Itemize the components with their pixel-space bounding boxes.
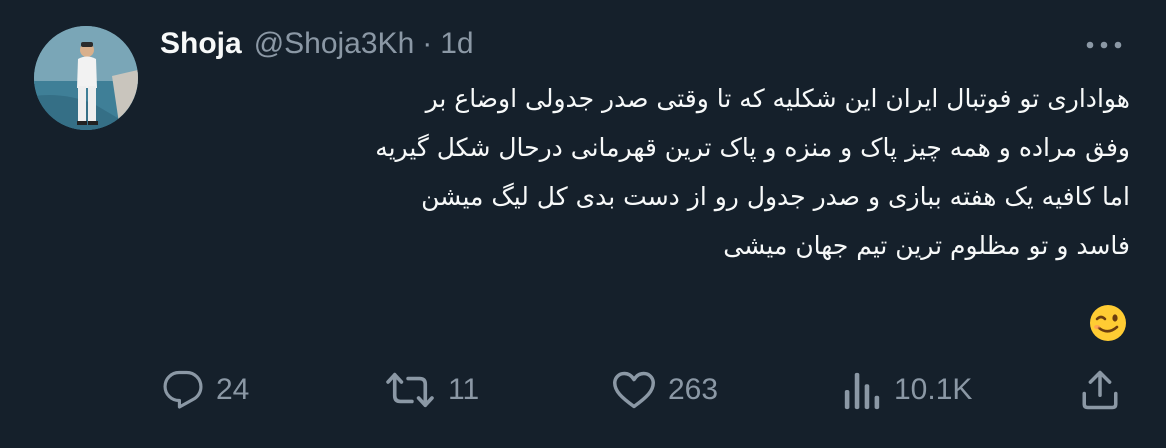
reply-count: 24	[216, 373, 250, 406]
tweet-text-line: وفق مراده و همه چیز پاک و منزه و پاک تری…	[375, 133, 1130, 162]
winking-face-icon	[1090, 305, 1126, 341]
tweet-header: Shoja @Shoja3Kh · 1d	[160, 24, 1106, 64]
tweet-text-line: اما کافیه یک هفته ببازی و صدر جدول رو از…	[421, 182, 1130, 211]
share-button[interactable]	[1080, 360, 1120, 420]
retweet-count: 11	[448, 373, 480, 406]
retweet-arrows-icon	[386, 372, 434, 408]
bar-chart-icon	[844, 372, 880, 410]
like-button[interactable]: 263	[612, 360, 718, 420]
author-handle[interactable]: @Shoja3Kh	[254, 27, 415, 61]
tweet-text: هواداری تو فوتبال ایران این شکلیه که تا …	[160, 74, 1130, 270]
retweet-button[interactable]: 11	[384, 360, 479, 420]
reply-bubble-icon	[163, 370, 203, 409]
more-horizontal-icon	[1086, 41, 1122, 49]
like-count: 263	[668, 373, 719, 406]
view-count: 10.1K	[894, 373, 973, 406]
reply-button[interactable]: 24	[162, 360, 249, 420]
avatar-photo	[34, 26, 138, 130]
more-button[interactable]	[1082, 30, 1126, 60]
author-name[interactable]: Shoja	[160, 27, 242, 61]
tweet-actions: 24 11 263 10.1K	[160, 360, 1120, 420]
avatar[interactable]	[34, 26, 138, 130]
tweet-text-line: فاسد و تو مظلوم ترین تیم جهان میشی	[723, 231, 1130, 260]
views-button[interactable]: 10.1K	[842, 360, 972, 420]
tweet-text-line: هواداری تو فوتبال ایران این شکلیه که تا …	[425, 84, 1130, 113]
winking-face-emoji	[1088, 303, 1128, 343]
share-upload-icon	[1082, 370, 1118, 410]
separator-dot: ·	[422, 27, 433, 60]
heart-icon	[613, 371, 655, 409]
tweet-time[interactable]: 1d	[440, 27, 473, 61]
